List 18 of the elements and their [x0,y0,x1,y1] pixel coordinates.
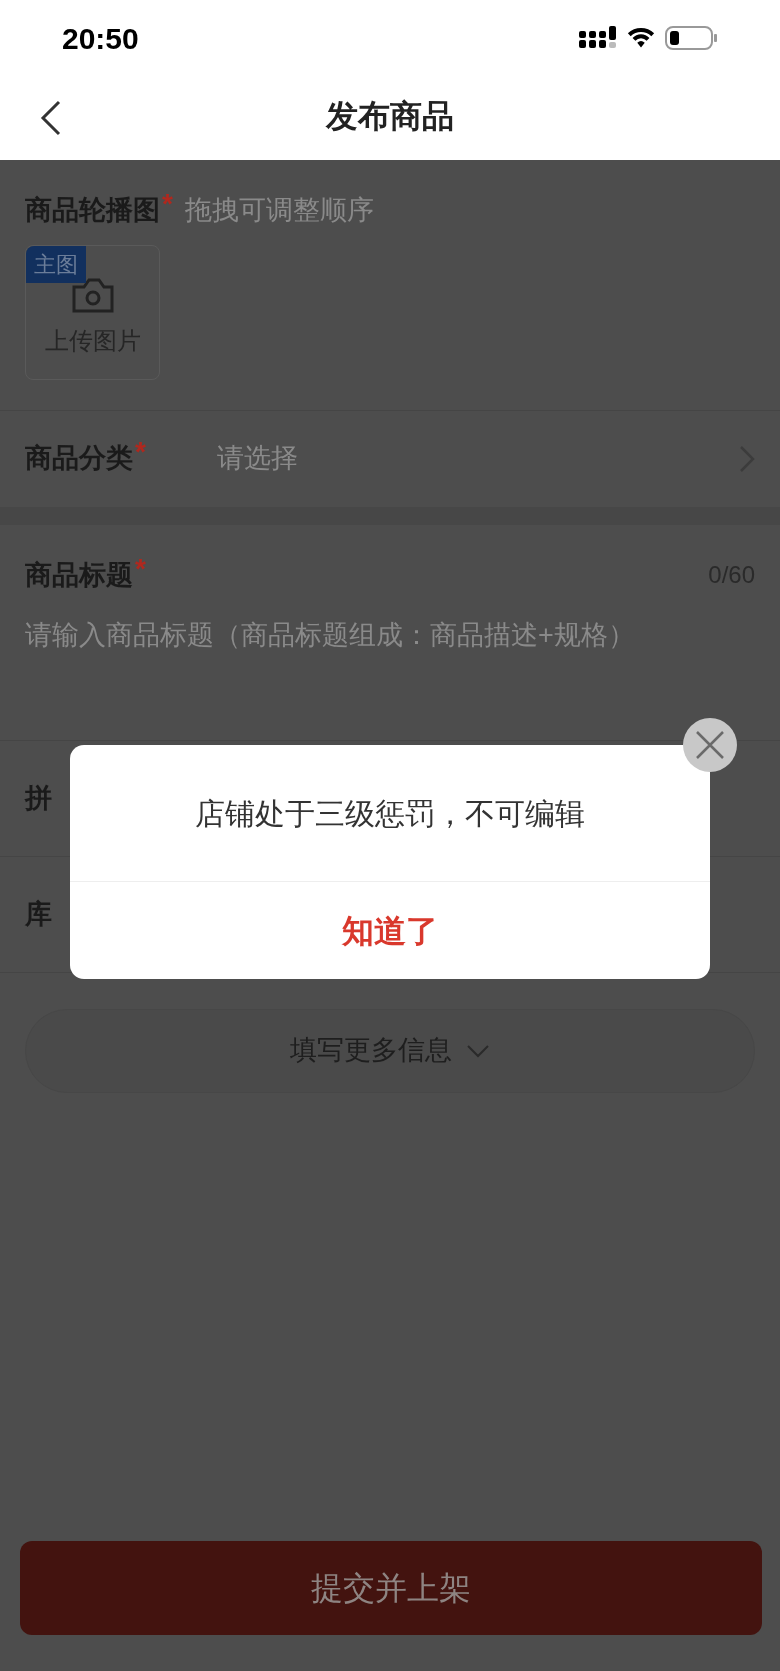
back-icon[interactable] [40,100,62,136]
field-hint: 拖拽可调整顺序 [184,194,374,227]
signal-icon [578,26,618,50]
close-icon [695,730,725,760]
required-mark: * [135,438,146,467]
category-placeholder: 请选择 [217,442,299,476]
main-image-badge: 主图 [26,245,86,283]
title-input[interactable]: 请输入商品标题（商品标题组成：商品描述+规格） [25,615,755,695]
wifi-icon [626,27,656,49]
dialog-message: 店铺处于三级惩罚，不可编辑 [195,795,585,832]
required-mark: * [135,554,146,583]
page-title: 发布商品 [326,97,454,136]
chevron-down-icon [466,1043,490,1058]
status-time: 20:50 [62,20,139,57]
acknowledge-button[interactable]: 知道了 [70,882,710,979]
required-mark: * [162,190,173,218]
close-button[interactable] [683,718,737,772]
battery-icon [664,26,718,50]
